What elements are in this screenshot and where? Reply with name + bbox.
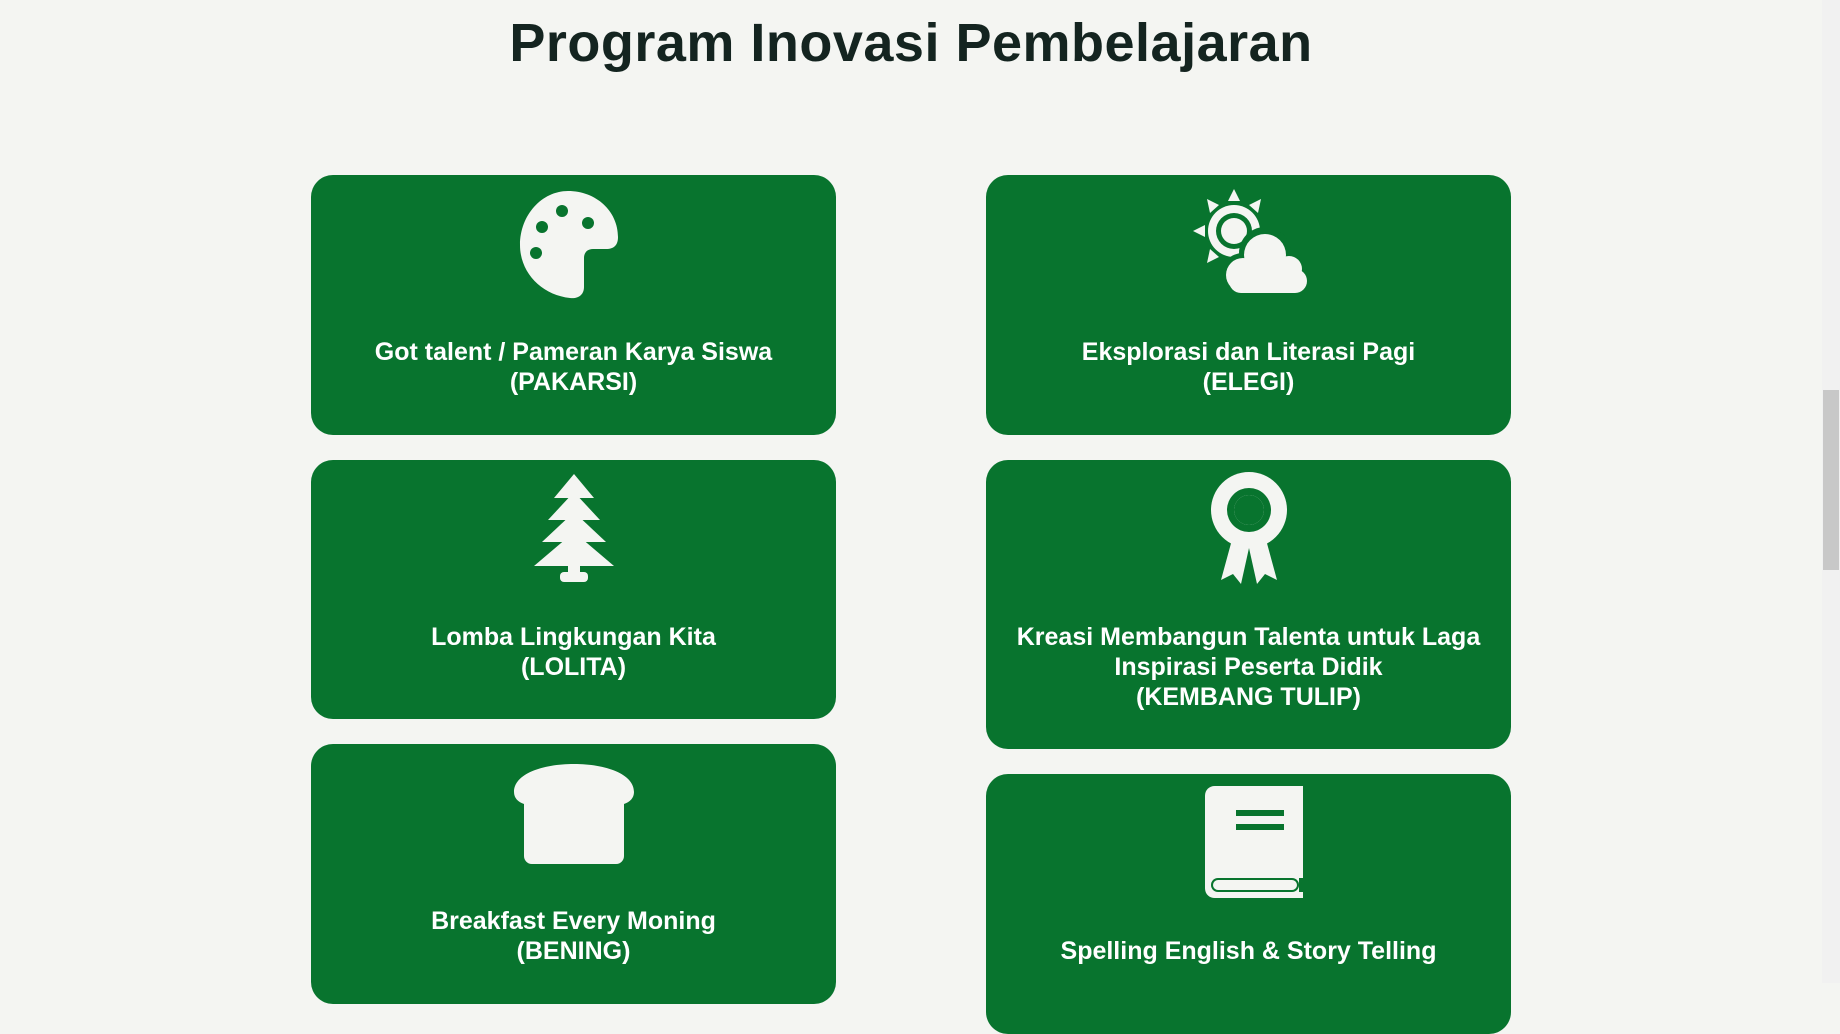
program-label: Breakfast Every Moning (BENING)	[311, 906, 836, 966]
program-card-bening[interactable]: Breakfast Every Moning (BENING)	[311, 744, 836, 1004]
program-card-spelling-english[interactable]: Spelling English & Story Telling	[986, 774, 1511, 1034]
program-name-line-1: Kreasi Membangun Talenta untuk Laga	[1016, 623, 1481, 651]
program-name: Breakfast Every Moning	[431, 907, 716, 935]
award-icon	[1210, 472, 1287, 584]
program-label: Got talent / Pameran Karya Siswa (PAKARS…	[311, 337, 836, 397]
program-acronym: (KEMBANG TULIP)	[1136, 683, 1361, 711]
scrollbar-thumb[interactable]	[1823, 390, 1839, 570]
program-acronym: (ELEGI)	[1202, 368, 1295, 396]
program-name-line-2: Inspirasi Peserta Didik	[1114, 653, 1383, 681]
program-label: Spelling English & Story Telling	[986, 936, 1511, 966]
program-acronym: (PAKARSI)	[509, 368, 638, 396]
program-card-kembang-tulip[interactable]: Kreasi Membangun Talenta untuk Laga Insp…	[986, 460, 1511, 749]
program-name: Lomba Lingkungan Kita	[431, 623, 716, 651]
book-icon	[1204, 786, 1303, 898]
page-title: Program Inovasi Pembelajaran	[509, 13, 1313, 73]
program-card-elegi[interactable]: Eksplorasi dan Literasi Pagi (ELEGI)	[986, 175, 1511, 435]
program-card-pakarsi[interactable]: Got talent / Pameran Karya Siswa (PAKARS…	[311, 175, 836, 435]
program-name: Spelling English & Story Telling	[1060, 937, 1437, 965]
program-label: Kreasi Membangun Talenta untuk Laga Insp…	[986, 622, 1511, 712]
program-label: Lomba Lingkungan Kita (LOLITA)	[311, 622, 836, 682]
program-acronym: (BENING)	[516, 937, 631, 965]
tree-icon	[533, 474, 614, 582]
program-name: Got talent / Pameran Karya Siswa	[374, 338, 773, 366]
sun-cloud-icon	[1192, 189, 1311, 297]
program-card-lolita[interactable]: Lomba Lingkungan Kita (LOLITA)	[311, 460, 836, 719]
program-acronym: (LOLITA)	[520, 653, 627, 681]
program-label: Eksplorasi dan Literasi Pagi (ELEGI)	[986, 337, 1511, 397]
scrollbar[interactable]	[1822, 0, 1840, 983]
bread-icon	[513, 764, 634, 864]
program-name: Eksplorasi dan Literasi Pagi	[1081, 338, 1416, 366]
palette-icon	[519, 191, 618, 299]
